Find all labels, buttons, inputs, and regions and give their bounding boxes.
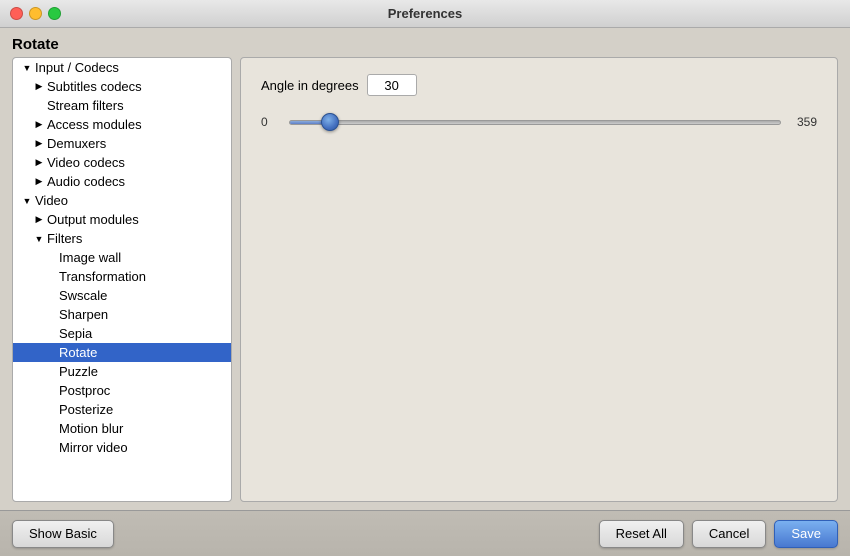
- no-arrow-spacer: [45, 423, 57, 435]
- right-arrow-icon: [33, 214, 45, 226]
- sidebar-item-output-modules[interactable]: Output modules: [13, 210, 231, 229]
- slider-track: [289, 120, 781, 125]
- sidebar-item-postproc[interactable]: Postproc: [13, 381, 231, 400]
- right-arrow-icon: [33, 119, 45, 131]
- sidebar-item-label: Mirror video: [59, 440, 128, 455]
- right-arrow-icon: [33, 157, 45, 169]
- sidebar-item-label: Audio codecs: [47, 174, 125, 189]
- no-arrow-spacer: [45, 309, 57, 321]
- sidebar-item-label: Swscale: [59, 288, 107, 303]
- sidebar-item-label: Image wall: [59, 250, 121, 265]
- close-button[interactable]: [10, 7, 23, 20]
- sidebar-item-label: Puzzle: [59, 364, 98, 379]
- angle-row: Angle in degrees: [261, 74, 817, 96]
- sidebar-item-motion-blur[interactable]: Motion blur: [13, 419, 231, 438]
- sidebar-item-label: Video: [35, 193, 68, 208]
- sidebar-item-label: Output modules: [47, 212, 139, 227]
- no-arrow-spacer: [45, 385, 57, 397]
- no-arrow-spacer: [45, 271, 57, 283]
- sidebar-item-label: Video codecs: [47, 155, 125, 170]
- no-arrow-spacer: [45, 347, 57, 359]
- no-arrow-spacer: [45, 442, 57, 454]
- sidebar-item-sharpen[interactable]: Sharpen: [13, 305, 231, 324]
- sidebar-item-label: Filters: [47, 231, 82, 246]
- sidebar-item-input-codecs[interactable]: Input / Codecs: [13, 58, 231, 77]
- window-controls[interactable]: [10, 7, 61, 20]
- sidebar-item-puzzle[interactable]: Puzzle: [13, 362, 231, 381]
- sidebar-item-label: Access modules: [47, 117, 142, 132]
- sidebar-item-label: Sharpen: [59, 307, 108, 322]
- sidebar-item-image-wall[interactable]: Image wall: [13, 248, 231, 267]
- angle-label: Angle in degrees: [261, 78, 359, 93]
- sidebar-item-label: Rotate: [59, 345, 97, 360]
- sidebar-item-sepia[interactable]: Sepia: [13, 324, 231, 343]
- sidebar-item-rotate[interactable]: Rotate: [13, 343, 231, 362]
- reset-all-button[interactable]: Reset All: [599, 520, 684, 548]
- sidebar-item-subtitles-codecs[interactable]: Subtitles codecs: [13, 77, 231, 96]
- sidebar-item-transformation[interactable]: Transformation: [13, 267, 231, 286]
- slider-max-label: 359: [789, 115, 817, 129]
- sidebar-item-label: Stream filters: [47, 98, 124, 113]
- page-title: Rotate: [0, 28, 850, 57]
- sidebar-item-label: Posterize: [59, 402, 113, 417]
- no-arrow-spacer: [45, 252, 57, 264]
- content-area: Input / Codecs Subtitles codecs Stream fil…: [0, 57, 850, 510]
- bottom-right-buttons: Reset All Cancel Save: [599, 520, 838, 548]
- sidebar-item-swscale[interactable]: Swscale: [13, 286, 231, 305]
- right-arrow-icon: [33, 176, 45, 188]
- sidebar-item-label: Sepia: [59, 326, 92, 341]
- no-arrow-spacer: [45, 328, 57, 340]
- sidebar-item-access-modules[interactable]: Access modules: [13, 115, 231, 134]
- cancel-button[interactable]: Cancel: [692, 520, 766, 548]
- angle-input[interactable]: [367, 74, 417, 96]
- right-panel: Angle in degrees 0 359: [240, 57, 838, 502]
- slider-min-label: 0: [261, 115, 281, 129]
- slider-container: [289, 112, 781, 132]
- no-arrow-spacer: [33, 100, 45, 112]
- no-arrow-spacer: [45, 290, 57, 302]
- sidebar-item-label: Demuxers: [47, 136, 106, 151]
- sidebar-item-label: Motion blur: [59, 421, 123, 436]
- down-arrow-icon: [33, 233, 45, 245]
- title-bar: Preferences: [0, 0, 850, 28]
- sidebar-item-label: Postproc: [59, 383, 110, 398]
- sidebar-item-audio-codecs[interactable]: Audio codecs: [13, 172, 231, 191]
- window-title: Preferences: [388, 6, 462, 21]
- minimize-button[interactable]: [29, 7, 42, 20]
- sidebar-item-stream-filters[interactable]: Stream filters: [13, 96, 231, 115]
- sidebar-item-demuxers[interactable]: Demuxers: [13, 134, 231, 153]
- sidebar-item-label: Subtitles codecs: [47, 79, 142, 94]
- down-arrow-icon: [21, 62, 33, 74]
- sidebar-item-filters[interactable]: Filters: [13, 229, 231, 248]
- maximize-button[interactable]: [48, 7, 61, 20]
- main-content: Rotate Input / Codecs Subtitles codecs Str…: [0, 28, 850, 510]
- slider-thumb[interactable]: [321, 113, 339, 131]
- sidebar-tree: Input / Codecs Subtitles codecs Stream fil…: [12, 57, 232, 502]
- no-arrow-spacer: [45, 366, 57, 378]
- save-button[interactable]: Save: [774, 520, 838, 548]
- sidebar-item-video-codecs[interactable]: Video codecs: [13, 153, 231, 172]
- down-arrow-icon: [21, 195, 33, 207]
- sidebar-item-posterize[interactable]: Posterize: [13, 400, 231, 419]
- right-arrow-icon: [33, 81, 45, 93]
- sidebar-item-mirror-video[interactable]: Mirror video: [13, 438, 231, 457]
- bottom-bar: Show Basic Reset All Cancel Save: [0, 510, 850, 556]
- slider-row: 0 359: [261, 112, 817, 132]
- right-arrow-icon: [33, 138, 45, 150]
- sidebar-item-video[interactable]: Video: [13, 191, 231, 210]
- no-arrow-spacer: [45, 404, 57, 416]
- show-basic-button[interactable]: Show Basic: [12, 520, 114, 548]
- sidebar-item-label: Input / Codecs: [35, 60, 119, 75]
- sidebar-item-label: Transformation: [59, 269, 146, 284]
